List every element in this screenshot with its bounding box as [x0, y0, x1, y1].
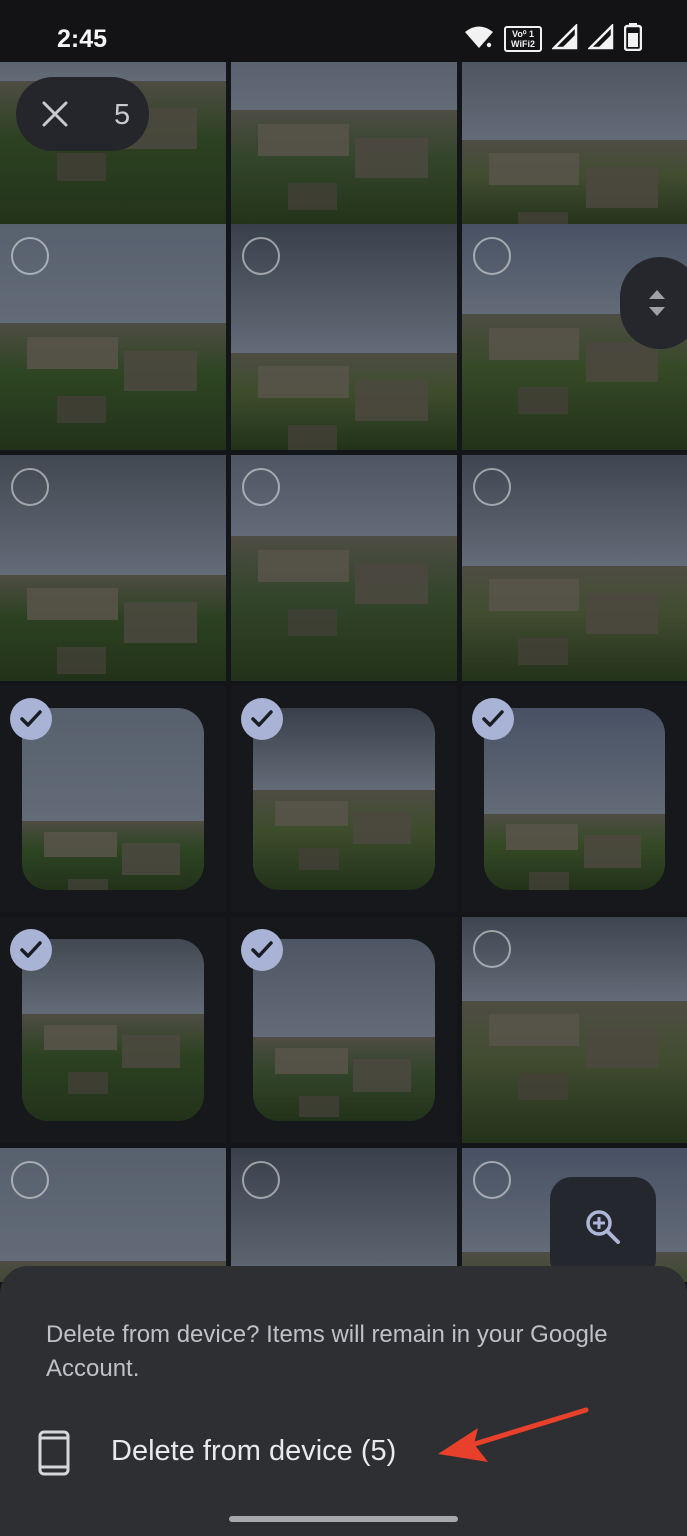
- photo-tile[interactable]: [231, 455, 457, 681]
- battery-icon: [623, 22, 643, 56]
- photo-tile[interactable]: [0, 224, 226, 450]
- select-circle-icon[interactable]: [473, 468, 511, 506]
- select-circle-icon[interactable]: [11, 1161, 49, 1199]
- sheet-message: Delete from device? Items will remain in…: [46, 1321, 608, 1382]
- volte-bottom-label: WiFi2: [511, 39, 535, 49]
- zoom-in-icon: [584, 1208, 622, 1251]
- fast-scroll-handle[interactable]: [620, 257, 687, 349]
- photo-tile[interactable]: [462, 455, 687, 681]
- volte-top-label: Vo⁰ 1: [512, 29, 534, 39]
- selected-count: 5: [114, 99, 131, 131]
- photo-tile[interactable]: [0, 917, 226, 1143]
- photo-grid[interactable]: [0, 62, 687, 1282]
- photo-tile[interactable]: [231, 917, 457, 1143]
- annotation-arrow: [438, 1407, 589, 1462]
- volte-wifi-calling-icon: Vo⁰ 1 WiFi2: [504, 26, 542, 52]
- select-circle-icon[interactable]: [473, 930, 511, 968]
- delete-bottom-sheet: Delete from device? Items will remain in…: [0, 1266, 687, 1536]
- photo-tile[interactable]: [231, 686, 457, 912]
- photo-tile[interactable]: [462, 62, 687, 228]
- select-circle-icon[interactable]: [242, 1161, 280, 1199]
- select-circle-icon[interactable]: [473, 237, 511, 275]
- selection-dim-overlay: [231, 62, 457, 228]
- wifi-icon: [464, 25, 494, 54]
- status-icons: Vo⁰ 1 WiFi2: [464, 22, 643, 56]
- select-circle-icon[interactable]: [473, 1161, 511, 1199]
- photo-tile[interactable]: [0, 455, 226, 681]
- photo-tile[interactable]: [0, 1148, 226, 1282]
- status-bar: 2:45 Vo⁰ 1 WiFi2: [0, 0, 687, 62]
- photo-tile[interactable]: [231, 224, 457, 450]
- checkmark-icon[interactable]: [10, 929, 52, 971]
- checkmark-icon[interactable]: [472, 698, 514, 740]
- checkmark-icon[interactable]: [241, 929, 283, 971]
- checkmark-icon[interactable]: [241, 698, 283, 740]
- photo-tile[interactable]: [0, 686, 226, 912]
- select-circle-icon[interactable]: [242, 468, 280, 506]
- photo-tile[interactable]: [462, 686, 687, 912]
- close-icon[interactable]: [40, 99, 70, 129]
- drag-handle-icon: [646, 285, 668, 326]
- status-time: 2:45: [57, 25, 108, 53]
- signal-icon: [550, 22, 578, 55]
- select-circle-icon[interactable]: [11, 237, 49, 275]
- photo-tile[interactable]: [231, 62, 457, 228]
- photo-tile[interactable]: [231, 1148, 457, 1282]
- selection-dim-overlay: [462, 62, 687, 228]
- signal-icon: [586, 22, 614, 55]
- photo-tile[interactable]: [462, 917, 687, 1143]
- select-circle-icon[interactable]: [11, 468, 49, 506]
- smartphone-icon: [38, 1430, 70, 1481]
- checkmark-icon[interactable]: [10, 698, 52, 740]
- selection-pill: 5: [16, 77, 149, 151]
- home-indicator[interactable]: [229, 1516, 458, 1522]
- select-circle-icon[interactable]: [242, 237, 280, 275]
- delete-label: Delete from device (5): [111, 1435, 397, 1467]
